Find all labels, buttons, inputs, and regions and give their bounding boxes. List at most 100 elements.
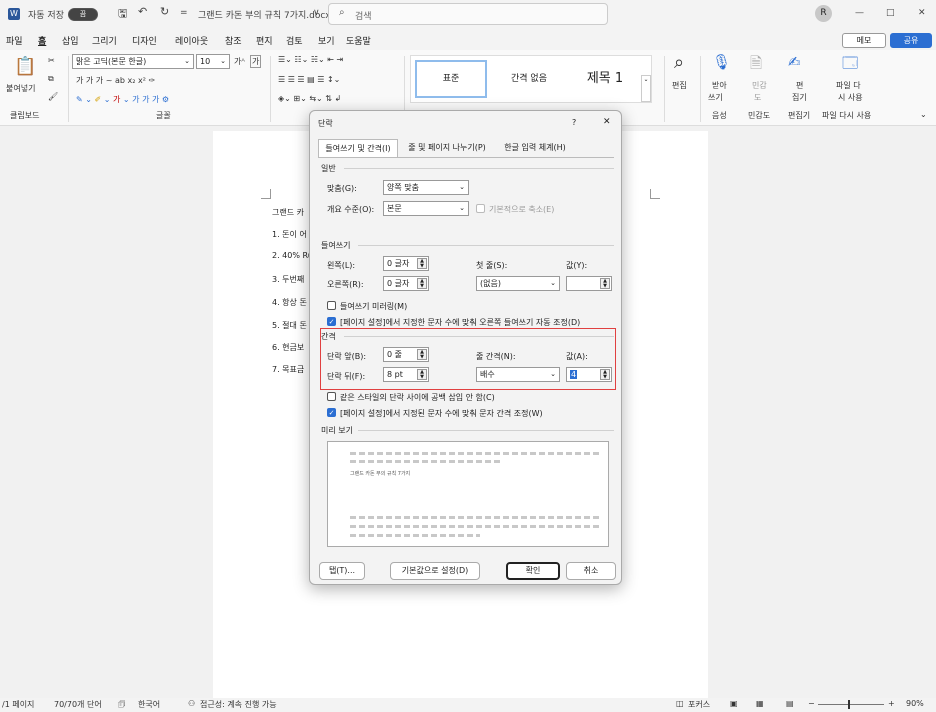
right-indent-spinner[interactable]: 0 글자 ▲ ▼ xyxy=(383,276,429,291)
sensitivity-button-line2[interactable]: 도 xyxy=(754,92,761,103)
menu-layout[interactable]: 레이아웃 xyxy=(175,34,208,47)
editor-button[interactable]: 편 xyxy=(796,80,803,91)
style-normal[interactable]: 표준 xyxy=(415,60,487,98)
outline-level-select[interactable]: 본문 ⌄ xyxy=(383,201,469,216)
minimize-icon[interactable]: — xyxy=(855,8,864,18)
undo-icon[interactable]: ↶ xyxy=(138,5,147,18)
dialog-close-icon[interactable]: ✕ xyxy=(603,117,611,127)
tab-indent-spacing[interactable]: 들여쓰기 및 간격(I) xyxy=(318,139,398,157)
mirror-indents-checkbox[interactable] xyxy=(327,301,336,310)
account-avatar[interactable]: R xyxy=(815,5,832,22)
tabs-button[interactable]: 탭(T)... xyxy=(319,562,365,580)
filename-chevron-icon[interactable]: ∨ xyxy=(313,8,320,18)
style-heading1[interactable]: 제목 1 xyxy=(569,60,641,98)
find-icon[interactable]: ⌕ xyxy=(674,52,684,73)
menu-home[interactable]: 홈 xyxy=(38,34,46,47)
menu-file[interactable]: 파일 xyxy=(6,34,23,47)
menu-review[interactable]: 검토 xyxy=(286,34,303,47)
paste-icon[interactable]: 📋 xyxy=(14,56,36,77)
word-count[interactable]: 70/70개 단어 xyxy=(54,699,102,710)
shading-icons[interactable]: ◈⌄ ⊞⌄ ⇆⌄ ⇅ ↲ xyxy=(278,94,341,103)
accessibility-status[interactable]: 접근성: 계속 진행 가능 xyxy=(200,699,277,710)
spinner-arrows-icon[interactable]: ▲ ▼ xyxy=(417,349,427,360)
zoom-slider[interactable] xyxy=(818,704,884,705)
styles-scroll[interactable]: ⌄ xyxy=(641,75,651,102)
spinner-arrows-icon[interactable]: ▲ ▼ xyxy=(600,278,610,289)
ok-button[interactable]: 확인 xyxy=(506,562,560,580)
menu-references[interactable]: 참조 xyxy=(225,34,242,47)
font-color-row-icons[interactable]: ✎ ⌄ ✐ ⌄ 가 ⌄ 가 가 가 ⚙ xyxy=(76,94,169,105)
font-name-select[interactable]: 맑은 고딕(본문 한글) ⌄ xyxy=(72,54,194,69)
dictate-button[interactable]: 받아 xyxy=(712,80,727,91)
menu-view[interactable]: 보기 xyxy=(318,34,335,47)
set-default-button[interactable]: 기본값으로 설정(D) xyxy=(390,562,480,580)
align-icons[interactable]: ☰ ☰ ☰ ▤ ☰ ↕⌄ xyxy=(278,75,340,84)
web-layout-icon[interactable]: ▤ xyxy=(786,699,794,708)
dictate-button-line2[interactable]: 쓰기 xyxy=(708,92,723,103)
language-indicator[interactable]: 한국어 xyxy=(138,699,160,710)
search-box[interactable]: ⌕ 검색 xyxy=(328,3,608,25)
help-icon[interactable]: ? xyxy=(572,118,576,127)
by-spinner[interactable]: ▲ ▼ xyxy=(566,276,612,291)
auto-right-indent-checkbox[interactable]: ✓ xyxy=(327,317,336,326)
spacing-after-spinner[interactable]: 8 pt ▲ ▼ xyxy=(383,367,429,382)
sensitivity-button[interactable]: 민감 xyxy=(752,80,767,91)
font-size-select[interactable]: 10 ⌄ xyxy=(196,54,230,69)
customize-qat-icon[interactable]: = xyxy=(180,8,188,18)
left-indent-spinner[interactable]: 0 글자 ▲ ▼ xyxy=(383,256,429,271)
sensitivity-icon[interactable]: 🗎 xyxy=(750,53,762,78)
tab-line-page-breaks[interactable]: 줄 및 페이지 나누기(P) xyxy=(402,139,492,157)
no-space-same-style-checkbox[interactable] xyxy=(327,392,336,401)
spinner-arrows-icon[interactable]: ▲ ▼ xyxy=(417,369,427,380)
menu-mailings[interactable]: 편지 xyxy=(256,34,273,47)
print-layout-icon[interactable]: ▦ xyxy=(756,699,764,708)
cut-icon[interactable]: ✂ xyxy=(48,56,55,65)
zoom-out-icon[interactable]: − xyxy=(808,699,815,708)
tab-asian-typography[interactable]: 한글 입력 체계(H) xyxy=(496,139,574,157)
spinner-arrows-icon[interactable]: ▲ ▼ xyxy=(417,278,427,289)
spinner-arrows-icon[interactable]: ▲ ▼ xyxy=(417,258,427,269)
page-count[interactable]: /1 페이지 xyxy=(2,699,34,710)
alignment-select[interactable]: 양쪽 맞춤 ⌄ xyxy=(383,180,469,195)
save-icon[interactable]: 🖫 xyxy=(118,5,127,24)
zoom-level[interactable]: 90% xyxy=(906,699,924,708)
font-format-row-icons[interactable]: 가 가 가 ~ ab x₂ x² ✑ xyxy=(76,75,155,86)
first-line-select[interactable]: (없음) ⌄ xyxy=(476,276,560,291)
collapse-default-checkbox[interactable] xyxy=(476,204,485,213)
line-spacing-select[interactable]: 배수 ⌄ xyxy=(476,367,560,382)
copy-icon[interactable]: ⧉ xyxy=(48,74,54,84)
focus-button[interactable]: 포커스 xyxy=(688,699,710,710)
zoom-in-icon[interactable]: + xyxy=(888,699,895,708)
redo-icon[interactable]: ↻ xyxy=(160,5,169,18)
paste-button[interactable]: 붙여넣기 xyxy=(6,83,35,94)
at-spinner[interactable]: 4 ▲ ▼ xyxy=(566,367,612,382)
proofing-icon[interactable]: 🗊 xyxy=(118,699,125,712)
editor-icon[interactable]: ✍ xyxy=(788,53,801,71)
memo-button[interactable]: 메모 xyxy=(842,33,886,48)
editor-button-line2[interactable]: 집기 xyxy=(792,92,807,103)
bullets-icons[interactable]: ☰⌄ ☷⌄ ☵⌄ ⇤ ⇥ xyxy=(278,55,343,64)
autosave-toggle[interactable]: 끔 xyxy=(68,8,98,21)
microphone-icon[interactable]: 🎙 xyxy=(712,53,731,71)
ribbon-collapse-icon[interactable]: ⌄ xyxy=(920,110,927,119)
maximize-icon[interactable]: □ xyxy=(886,8,895,18)
clear-format-icon[interactable]: 가 xyxy=(250,55,262,68)
menu-design[interactable]: 디자인 xyxy=(132,34,157,47)
share-button[interactable]: 공유 xyxy=(890,33,932,48)
reuse-file-button[interactable]: 파일 다 xyxy=(836,80,861,91)
snap-to-grid-checkbox[interactable]: ✓ xyxy=(327,408,336,417)
zoom-slider-thumb[interactable] xyxy=(848,700,850,709)
spinner-arrows-icon[interactable]: ▲ ▼ xyxy=(600,369,610,380)
document-filename[interactable]: 그랜드 카돈 부의 규칙 7가지.docx xyxy=(198,8,331,21)
format-painter-icon[interactable]: 🖌 xyxy=(48,92,58,101)
font-size-grow-icon[interactable]: 가ᴬ xyxy=(234,56,245,67)
cancel-button[interactable]: 취소 xyxy=(566,562,616,580)
menu-help[interactable]: 도움말 xyxy=(346,34,371,47)
menu-draw[interactable]: 그리기 xyxy=(92,34,117,47)
spacing-before-spinner[interactable]: 0 줄 ▲ ▼ xyxy=(383,347,429,362)
edit-button[interactable]: 편집 xyxy=(672,80,687,91)
style-no-spacing[interactable]: 간격 없음 xyxy=(493,60,565,98)
menu-insert[interactable]: 삽입 xyxy=(62,34,79,47)
read-mode-icon[interactable]: ▣ xyxy=(730,699,738,708)
close-window-icon[interactable]: ✕ xyxy=(918,8,926,18)
